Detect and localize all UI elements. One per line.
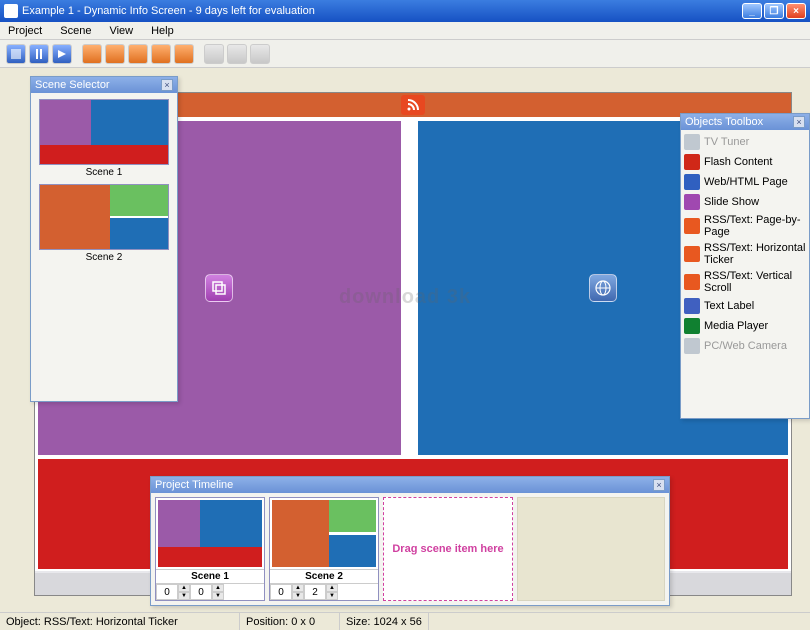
tool-icon — [684, 246, 700, 262]
timeline-title[interactable]: Project Timeline × — [151, 477, 669, 493]
spin-down[interactable]: ▼ — [178, 592, 190, 600]
watermark: download 3k — [339, 286, 471, 309]
maximize-button[interactable]: ❐ — [764, 3, 784, 19]
toolbar-btn-7[interactable] — [151, 44, 171, 64]
tool-label: RSS/Text: Page-by-Page — [704, 214, 806, 238]
statusbar: Object: RSS/Text: Horizontal Ticker Posi… — [0, 612, 810, 630]
tool-item-4[interactable]: RSS/Text: Page-by-Page — [683, 212, 807, 240]
timeline-empty — [517, 497, 665, 601]
scene-thumb-2[interactable] — [39, 184, 169, 250]
tool-label: Media Player — [704, 320, 768, 332]
tool-label: Flash Content — [704, 156, 772, 168]
scene-2-label: Scene 2 — [31, 252, 177, 263]
app-icon — [4, 4, 18, 18]
globe-icon — [589, 274, 617, 302]
toolbar-btn-9[interactable] — [204, 44, 224, 64]
status-size: Size: 1024 x 56 — [340, 613, 429, 630]
scene-selector-title[interactable]: Scene Selector × — [31, 77, 177, 93]
canvas: download 3k Scene Selector × Scene 1 Sce… — [0, 68, 810, 612]
scene-1-label: Scene 1 — [31, 167, 177, 178]
tl-s2-val-b[interactable] — [304, 584, 326, 600]
tool-item-8[interactable]: Media Player — [683, 316, 807, 336]
timeline-scene-1-label: Scene 1 — [156, 569, 264, 583]
tool-label: Web/HTML Page — [704, 176, 788, 188]
tool-item-0: TV Tuner — [683, 132, 807, 152]
tl-s1-val-a[interactable] — [156, 584, 178, 600]
scene-selector-panel[interactable]: Scene Selector × Scene 1 Scene 2 — [30, 76, 178, 402]
tool-item-7[interactable]: Text Label — [683, 296, 807, 316]
minimize-button[interactable]: _ — [742, 3, 762, 19]
timeline-drop-zone[interactable]: Drag scene item here — [383, 497, 513, 601]
rss-icon — [401, 95, 425, 115]
scene-selector-title-text: Scene Selector — [35, 79, 161, 91]
tool-item-3[interactable]: Slide Show — [683, 192, 807, 212]
timeline-scene-2[interactable]: Scene 2 ▲▼ ▲▼ — [269, 497, 379, 601]
spin-up[interactable]: ▲ — [326, 584, 338, 592]
tool-label: RSS/Text: Vertical Scroll — [704, 270, 806, 294]
tool-icon — [684, 134, 700, 150]
spin-down[interactable]: ▼ — [292, 592, 304, 600]
menu-scene[interactable]: Scene — [56, 24, 95, 38]
toolbar-btn-11[interactable] — [250, 44, 270, 64]
close-button[interactable]: × — [786, 3, 806, 19]
toolbar-btn-8[interactable] — [174, 44, 194, 64]
tool-icon — [684, 218, 700, 234]
tool-label: RSS/Text: Horizontal Ticker — [704, 242, 806, 266]
objects-toolbox-title[interactable]: Objects Toolbox × — [681, 114, 809, 130]
tl-s2-val-a[interactable] — [270, 584, 292, 600]
objects-toolbox-panel[interactable]: Objects Toolbox × TV Tuner Flash Content W… — [680, 113, 810, 419]
tool-item-6[interactable]: RSS/Text: Vertical Scroll — [683, 268, 807, 296]
tool-icon — [684, 338, 700, 354]
tool-item-5[interactable]: RSS/Text: Horizontal Ticker — [683, 240, 807, 268]
tool-label: TV Tuner — [704, 136, 749, 148]
spin-up[interactable]: ▲ — [178, 584, 190, 592]
spin-down[interactable]: ▼ — [212, 592, 224, 600]
drop-hint-text: Drag scene item here — [392, 543, 503, 555]
objects-toolbox-close[interactable]: × — [793, 116, 805, 128]
timeline-panel[interactable]: Project Timeline × Scene 1 ▲▼ ▲▼ Scene 2… — [150, 476, 670, 606]
tool-item-1[interactable]: Flash Content — [683, 152, 807, 172]
status-object: Object: RSS/Text: Horizontal Ticker — [0, 613, 240, 630]
tool-label: Text Label — [704, 300, 754, 312]
timeline-title-text: Project Timeline — [155, 479, 653, 491]
menu-view[interactable]: View — [105, 24, 137, 38]
title-text: Example 1 - Dynamic Info Screen - 9 days… — [22, 5, 742, 17]
status-position: Position: 0 x 0 — [240, 613, 340, 630]
tool-icon — [684, 154, 700, 170]
toolbar — [0, 40, 810, 68]
scene-selector-close[interactable]: × — [161, 79, 173, 91]
toolbar-btn-5[interactable] — [105, 44, 125, 64]
tool-icon — [684, 318, 700, 334]
tl-s1-val-b[interactable] — [190, 584, 212, 600]
objects-toolbox-title-text: Objects Toolbox — [685, 116, 793, 128]
toolbar-btn-4[interactable] — [82, 44, 102, 64]
spin-up[interactable]: ▲ — [212, 584, 224, 592]
tool-item-9: PC/Web Camera — [683, 336, 807, 356]
toolbar-btn-1[interactable] — [6, 44, 26, 64]
spin-down[interactable]: ▼ — [326, 592, 338, 600]
slideshow-icon — [205, 274, 233, 302]
tool-icon — [684, 194, 700, 210]
timeline-scene-2-label: Scene 2 — [270, 569, 378, 583]
menubar: Project Scene View Help — [0, 22, 810, 40]
toolbar-btn-3[interactable] — [52, 44, 72, 64]
spin-up[interactable]: ▲ — [292, 584, 304, 592]
menu-project[interactable]: Project — [4, 24, 46, 38]
menu-help[interactable]: Help — [147, 24, 178, 38]
tool-item-2[interactable]: Web/HTML Page — [683, 172, 807, 192]
tool-icon — [684, 298, 700, 314]
tool-icon — [684, 174, 700, 190]
toolbar-btn-10[interactable] — [227, 44, 247, 64]
timeline-close[interactable]: × — [653, 479, 665, 491]
timeline-scene-1[interactable]: Scene 1 ▲▼ ▲▼ — [155, 497, 265, 601]
titlebar: Example 1 - Dynamic Info Screen - 9 days… — [0, 0, 810, 22]
tool-list: TV Tuner Flash Content Web/HTML Page Slide … — [681, 130, 809, 358]
toolbar-btn-6[interactable] — [128, 44, 148, 64]
tool-icon — [684, 274, 700, 290]
tool-label: PC/Web Camera — [704, 340, 787, 352]
tool-label: Slide Show — [704, 196, 759, 208]
scene-thumb-1[interactable] — [39, 99, 169, 165]
toolbar-btn-2[interactable] — [29, 44, 49, 64]
